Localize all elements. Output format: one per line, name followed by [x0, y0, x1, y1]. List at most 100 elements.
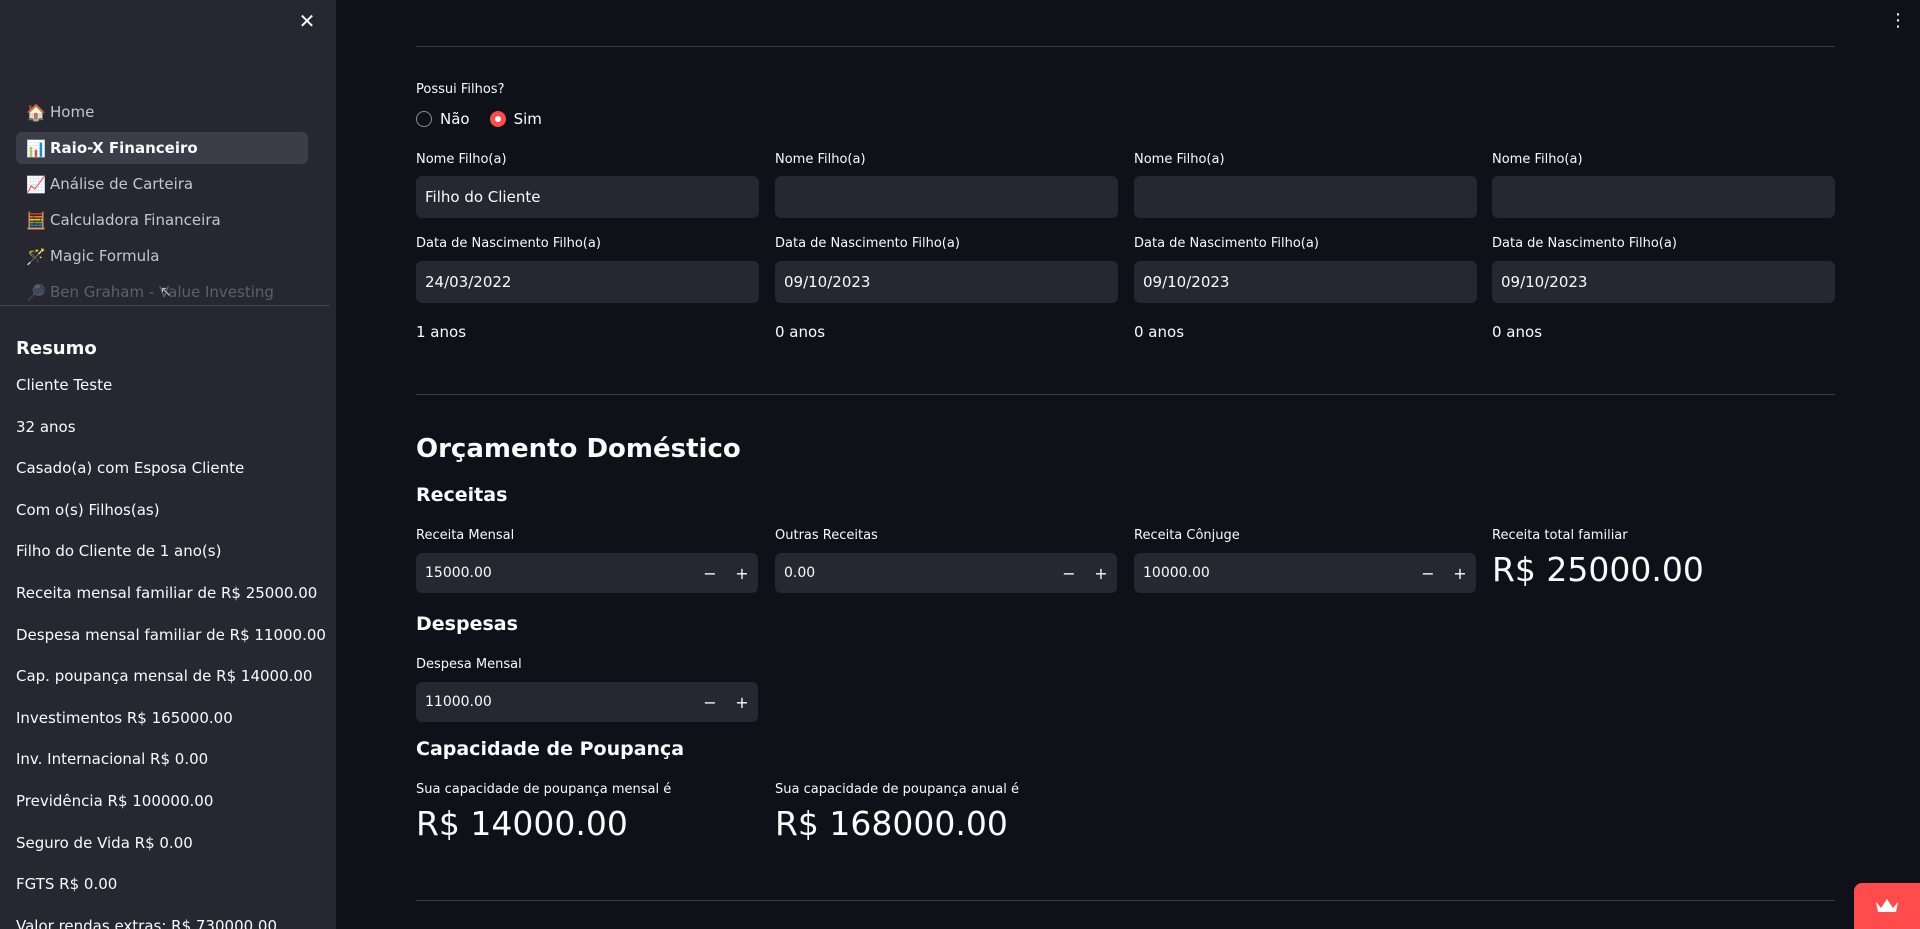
section-divider [416, 394, 1835, 395]
nav-item-raio-x[interactable]: 📊 Raio-X Financeiro [16, 132, 308, 164]
child-age: 1 anos [416, 323, 467, 341]
expense-title: Despesas [416, 613, 518, 635]
radio-label: Sim [513, 110, 542, 128]
radio-label: Não [440, 110, 470, 128]
child-birth-input[interactable] [1492, 261, 1835, 303]
summary-line: Despesa mensal familiar de R$ 11000.00 [16, 625, 326, 644]
decrement-button[interactable]: − [694, 693, 726, 712]
nav-item-label: Home [50, 103, 95, 121]
nav-item-label: Calculadora Financeira [50, 211, 221, 229]
has-children-radio-group: Não Sim [416, 110, 542, 128]
monthly-expense-value[interactable]: 11000.00 [416, 694, 694, 710]
crown-icon [1876, 899, 1898, 912]
total-income-metric: R$ 25000.00 [1492, 550, 1704, 589]
child-birth-label: Data de Nascimento Filho(a) [1134, 236, 1319, 251]
abacus-icon: 🧮 [26, 210, 46, 230]
main-content: Possui Filhos? Não Sim Nome Filho(a) Dat… [416, 0, 1836, 929]
nav-item-magic-formula[interactable]: 🪄 Magic Formula [16, 240, 308, 272]
nav-item-label: Análise de Carteira [50, 175, 194, 193]
streamlit-crown-button[interactable] [1854, 883, 1920, 929]
section-divider [416, 46, 1835, 47]
child-name-label: Nome Filho(a) [775, 152, 866, 167]
kebab-menu-icon[interactable]: ⋮ [1888, 10, 1908, 32]
nav-item-label: Magic Formula [50, 247, 160, 265]
summary-line: Inv. Internacional R$ 0.00 [16, 750, 209, 769]
increment-button[interactable]: + [1444, 564, 1476, 583]
summary-line: Casado(a) com Esposa Cliente [16, 459, 245, 478]
monthly-income-label: Receita Mensal [416, 528, 515, 543]
increment-button[interactable]: + [1085, 564, 1117, 583]
summary-title: Resumo [16, 338, 97, 359]
child-birth-input[interactable] [416, 261, 759, 303]
child-name-input[interactable] [416, 176, 759, 218]
child-name-label: Nome Filho(a) [1492, 152, 1583, 167]
summary-line: 32 anos [16, 417, 76, 436]
savings-annual-label: Sua capacidade de poupança anual é [775, 782, 1019, 797]
summary-line: Cliente Teste [16, 376, 113, 394]
nav-item-calculadora[interactable]: 🧮 Calculadora Financeira [16, 204, 308, 236]
section-divider [416, 900, 1835, 901]
other-income-input[interactable]: 0.00 − + [775, 553, 1117, 593]
summary-line: FGTS R$ 0.00 [16, 875, 118, 894]
summary-line: Valor rendas extras: R$ 730000.00 [16, 916, 278, 929]
bar-chart-icon: 📊 [26, 138, 46, 158]
increment-button[interactable]: + [726, 564, 758, 583]
spouse-income-input[interactable]: 10000.00 − + [1134, 553, 1476, 593]
trend-up-icon: 📈 [26, 174, 46, 194]
child-birth-input[interactable] [1134, 261, 1477, 303]
nav-item-analise-carteira[interactable]: 📈 Análise de Carteira [16, 168, 308, 200]
sidebar-divider [0, 305, 330, 306]
other-income-label: Outras Receitas [775, 528, 878, 543]
total-income-label: Receita total familiar [1492, 528, 1628, 543]
child-birth-label: Data de Nascimento Filho(a) [1492, 236, 1677, 251]
radio-option-sim[interactable]: Sim [489, 110, 542, 128]
monthly-expense-label: Despesa Mensal [416, 657, 522, 672]
decrement-button[interactable]: − [1053, 564, 1085, 583]
other-income-value[interactable]: 0.00 [775, 565, 1053, 581]
child-name-label: Nome Filho(a) [1134, 152, 1225, 167]
summary-line: Cap. poupança mensal de R$ 14000.00 [16, 667, 313, 686]
spouse-income-label: Receita Cônjuge [1134, 528, 1240, 543]
savings-annual-metric: R$ 168000.00 [775, 804, 1008, 843]
radio-option-nao[interactable]: Não [416, 110, 470, 128]
summary-panel: Resumo Cliente Teste 32 anos Casado(a) c… [16, 338, 326, 929]
increment-button[interactable]: + [726, 693, 758, 712]
child-name-input[interactable] [1492, 176, 1835, 218]
summary-line: Filho do Cliente de 1 ano(s) [16, 542, 222, 561]
child-age: 0 anos [775, 323, 826, 341]
monthly-income-value[interactable]: 15000.00 [416, 565, 694, 581]
spouse-income-value[interactable]: 10000.00 [1134, 565, 1412, 581]
summary-line: Receita mensal familiar de R$ 25000.00 [16, 583, 318, 602]
decrement-button[interactable]: − [1412, 564, 1444, 583]
savings-title: Capacidade de Poupança [416, 738, 685, 760]
nav-item-home[interactable]: 🏠 Home [16, 96, 308, 128]
radio-checked-icon [489, 111, 506, 127]
decrement-button[interactable]: − [694, 564, 726, 583]
magic-wand-icon: 🪄 [26, 246, 46, 266]
summary-line: Investimentos R$ 165000.00 [16, 708, 233, 727]
house-icon: 🏠 [26, 102, 46, 122]
sidebar-nav: 🏠 Home 📊 Raio-X Financeiro 📈 Análise de … [16, 96, 308, 301]
child-birth-label: Data de Nascimento Filho(a) [416, 236, 601, 251]
budget-title: Orçamento Doméstico [416, 434, 741, 464]
savings-monthly-label: Sua capacidade de poupança mensal é [416, 782, 672, 797]
monthly-income-input[interactable]: 15000.00 − + [416, 553, 758, 593]
nav-item-label: Raio-X Financeiro [50, 139, 198, 157]
child-age: 0 anos [1134, 323, 1185, 341]
monthly-expense-input[interactable]: 11000.00 − + [416, 682, 758, 722]
summary-line: Previdência R$ 100000.00 [16, 791, 214, 810]
child-age: 0 anos [1492, 323, 1543, 341]
child-name-label: Nome Filho(a) [416, 152, 507, 167]
child-name-input[interactable] [1134, 176, 1477, 218]
magnifier-icon: 🔎 [26, 282, 46, 302]
summary-line: Seguro de Vida R$ 0.00 [16, 833, 193, 852]
radio-unchecked-icon [416, 111, 432, 127]
child-birth-input[interactable] [775, 261, 1118, 303]
income-title: Receitas [416, 484, 508, 506]
has-children-label: Possui Filhos? [416, 82, 505, 97]
close-sidebar-icon[interactable]: ✕ [296, 10, 318, 32]
savings-monthly-metric: R$ 14000.00 [416, 804, 628, 843]
sidebar: ✕ 🏠 Home 📊 Raio-X Financeiro 📈 Análise d… [0, 0, 336, 929]
child-name-input[interactable] [775, 176, 1118, 218]
mouse-cursor-icon: ↖ [160, 284, 172, 300]
